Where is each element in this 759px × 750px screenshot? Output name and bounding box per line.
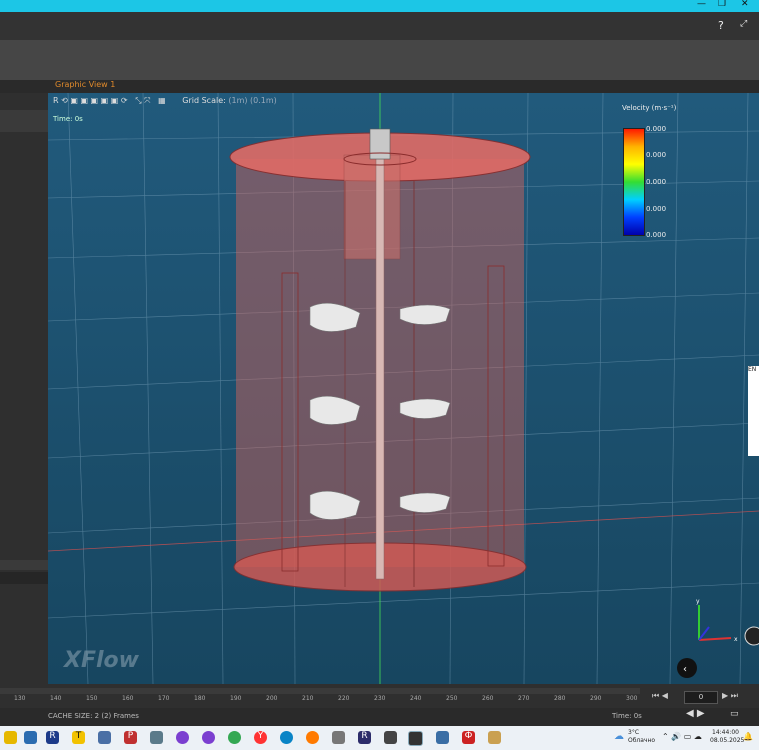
timeline-tick: 230 <box>374 695 386 702</box>
view-cube-button[interactable] <box>744 626 759 646</box>
app-icon[interactable] <box>384 731 397 744</box>
left-panel <box>0 80 48 684</box>
timeline-tick: 280 <box>554 695 566 702</box>
timeline-tick: 240 <box>410 695 422 702</box>
x-axis-label: x <box>734 636 738 643</box>
timeline-tick: 220 <box>338 695 350 702</box>
app-icon[interactable]: Ф <box>462 731 475 744</box>
language-indicator[interactable]: EN <box>748 366 759 456</box>
app-icon[interactable] <box>98 731 111 744</box>
weather-icon: ☁ <box>614 731 624 742</box>
legend-tick: 0.000 <box>646 151 667 159</box>
legend-title: Velocity (m·s⁻¹) <box>622 104 677 112</box>
maximize-button[interactable]: ❐ <box>718 0 726 9</box>
view-tool-icons: R ⟲ ▣ ▣ ▣ ▣ ▣ ⟳ ⤡ ⤧ ▦ <box>53 96 166 105</box>
app-icon[interactable] <box>176 731 189 744</box>
minimize-button[interactable]: — <box>697 0 706 9</box>
timeline-tick: 190 <box>230 695 242 702</box>
timeline-track[interactable] <box>0 688 640 694</box>
timeline-tick: 160 <box>122 695 134 702</box>
grid-scale-value: (1m) (0.1m) <box>228 96 277 105</box>
timeline-tick: 270 <box>518 695 530 702</box>
timeline-tick: 300 <box>626 695 638 702</box>
close-button[interactable]: ✕ <box>741 0 749 9</box>
app-icon[interactable] <box>332 731 345 744</box>
timeline-tick: 170 <box>158 695 170 702</box>
time-label: Time: 0s <box>53 115 83 123</box>
app-icon[interactable] <box>150 731 163 744</box>
view-title[interactable]: Graphic View 1 <box>55 80 115 89</box>
app-icon[interactable] <box>488 731 501 744</box>
app-icon[interactable]: R <box>46 731 59 744</box>
panel-header <box>0 572 48 584</box>
yandex-icon[interactable]: Y <box>254 731 267 744</box>
xflow-taskbar-icon[interactable] <box>408 731 423 746</box>
timeline-tick: 140 <box>50 695 62 702</box>
clock-date[interactable]: 08.05.2025 <box>710 737 744 744</box>
xflow-watermark: XFlow <box>64 648 139 673</box>
edge-icon[interactable] <box>280 731 293 744</box>
y-axis-label: y <box>696 598 700 605</box>
play-back-icon[interactable]: ◀ ▶ <box>686 708 705 719</box>
panel-row <box>0 560 48 570</box>
status-time: Time: 0s <box>612 712 642 720</box>
skip-start-icon[interactable]: ⏮ ◀ <box>652 691 668 701</box>
app-icon[interactable]: R <box>358 731 371 744</box>
app-icon[interactable]: T <box>72 731 85 744</box>
app-icon[interactable] <box>24 731 37 744</box>
timeline-tick: 290 <box>590 695 602 702</box>
timeline-tick: 260 <box>482 695 494 702</box>
back-circle-button[interactable] <box>677 658 697 678</box>
weather-text: Облачно <box>628 737 656 744</box>
view-toolbar[interactable]: R ⟲ ▣ ▣ ▣ ▣ ▣ ⟳ ⤡ ⤧ ▦ Grid Scale: (1m) (… <box>53 96 277 106</box>
grid-scale-label: Grid Scale: <box>182 96 226 105</box>
ribbon-area <box>0 40 759 80</box>
chevron-left-icon: ‹ <box>683 664 687 675</box>
tray-icons[interactable]: ⌃ 🔊 ▭ ☁ <box>662 732 702 741</box>
legend-tick: 0.000 <box>646 205 667 213</box>
legend-tick: 0.000 <box>646 231 667 239</box>
timeline-tick: 150 <box>86 695 98 702</box>
timeline-tick: 180 <box>194 695 206 702</box>
chrome-icon[interactable] <box>228 731 241 744</box>
top-accent-bar: — ❐ ✕ <box>0 0 759 12</box>
timeline-tick: 250 <box>446 695 458 702</box>
velocity-colorbar <box>623 128 645 236</box>
help-icon[interactable]: ? <box>718 19 724 32</box>
timeline-tick: 210 <box>302 695 314 702</box>
title-bar: ? ⤢ <box>0 12 759 40</box>
skip-end-icon[interactable]: ▶ ⏭ <box>722 691 738 701</box>
app-icon[interactable]: P <box>124 731 137 744</box>
app-icon[interactable] <box>436 731 449 744</box>
legend-tick: 0.000 <box>646 178 667 186</box>
tank[interactable] <box>229 128 531 592</box>
cache-size-label: CACHE SIZE: 2 (2) Frames <box>48 712 139 720</box>
app-icon[interactable] <box>202 731 215 744</box>
start-icon[interactable] <box>4 731 17 744</box>
loop-icon[interactable]: ▭ <box>730 709 739 719</box>
fullscreen-icon[interactable]: ⤢ <box>740 19 747 29</box>
notification-bell-icon[interactable]: 🔔 <box>743 732 753 741</box>
legend-tick: 0.000 <box>646 125 667 133</box>
frame-input[interactable]: 0 <box>684 691 718 704</box>
timeline-tick: 130 <box>14 695 26 702</box>
timeline-tick: 200 <box>266 695 278 702</box>
panel-row <box>0 110 48 132</box>
weather-temp: 3°C <box>628 729 640 736</box>
clock-time[interactable]: 14:44:00 <box>712 729 739 736</box>
firefox-icon[interactable] <box>306 731 319 744</box>
